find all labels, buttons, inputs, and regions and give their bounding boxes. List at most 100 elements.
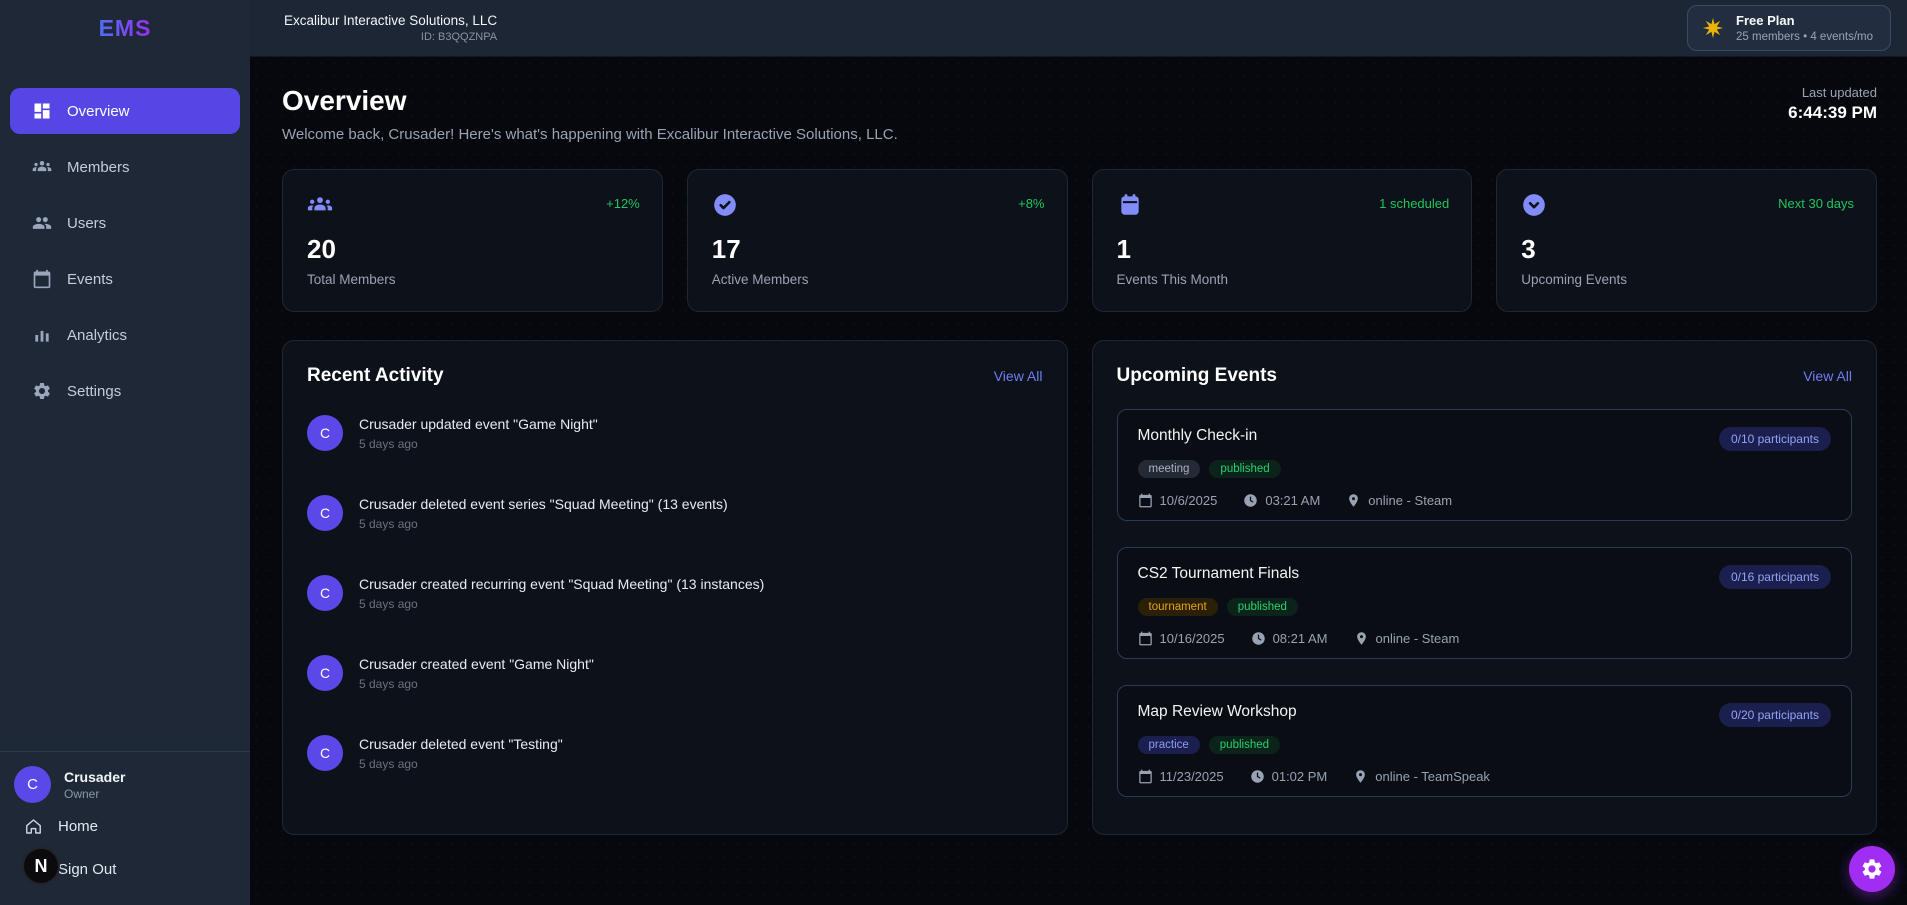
chevron-circle-icon — [1521, 192, 1547, 218]
users-icon — [32, 213, 52, 233]
sidebar-user-section: C Crusader Owner Home Sign Out N — [0, 751, 250, 905]
event-card[interactable]: Monthly Check-in 0/10 participants meeti… — [1117, 409, 1853, 521]
activity-text: Crusader updated event "Game Night" — [359, 416, 598, 432]
avatar: C — [14, 766, 51, 803]
top-header: Excalibur Interactive Solutions, LLC ID:… — [250, 0, 1907, 57]
event-time-text: 08:21 AM — [1273, 631, 1328, 646]
org-info: Excalibur Interactive Solutions, LLC ID:… — [284, 13, 497, 43]
activity-time: 5 days ago — [359, 597, 764, 611]
activity-item: C Crusader created recurring event "Squa… — [307, 553, 1043, 633]
sidebar-item-overview[interactable]: Overview — [10, 88, 240, 134]
stats-grid: +12% 20 Total Members +8% 17 Active Memb… — [282, 169, 1877, 312]
sidebar-item-analytics[interactable]: Analytics — [10, 312, 240, 358]
calendar-icon — [1138, 769, 1153, 784]
last-updated: Last updated 6:44:39 PM — [1788, 85, 1877, 123]
event-card[interactable]: Map Review Workshop 0/20 participants pr… — [1117, 685, 1853, 797]
last-updated-label: Last updated — [1788, 85, 1877, 100]
event-time-text: 03:21 AM — [1265, 493, 1320, 508]
event-status-tag: published — [1209, 460, 1280, 478]
event-title: CS2 Tournament Finals — [1138, 565, 1300, 583]
org-id: ID: B3QQZNPA — [421, 31, 497, 43]
dashboard-icon — [32, 101, 52, 121]
home-link[interactable]: Home — [12, 807, 238, 846]
event-location-text: online - TeamSpeak — [1375, 769, 1490, 784]
cursor-overlay: N — [22, 847, 60, 885]
event-date: 10/16/2025 — [1138, 631, 1225, 646]
activity-item: C Crusader created event "Game Night" 5 … — [307, 633, 1043, 713]
event-time: 08:21 AM — [1251, 631, 1328, 646]
org-name: Excalibur Interactive Solutions, LLC — [284, 13, 497, 28]
sidebar-item-settings[interactable]: Settings — [10, 368, 240, 414]
calendar-icon — [1138, 631, 1153, 646]
avatar: C — [307, 655, 343, 691]
activity-text: Crusader deleted event "Testing" — [359, 736, 563, 752]
gear-icon — [32, 381, 52, 401]
avatar: C — [307, 735, 343, 771]
sidebar-item-users[interactable]: Users — [10, 200, 240, 246]
events-view-all-link[interactable]: View All — [1803, 368, 1852, 384]
event-time-text: 01:02 PM — [1272, 769, 1328, 784]
home-link-label: Home — [58, 818, 98, 835]
sidebar-item-events[interactable]: Events — [10, 256, 240, 302]
sidebar-item-members[interactable]: Members — [10, 144, 240, 190]
event-status-tag: published — [1209, 736, 1280, 754]
plan-details: 25 members • 4 events/mo — [1736, 31, 1873, 43]
clock-icon — [1251, 631, 1266, 646]
recent-activity-panel: Recent Activity View All C Crusader upda… — [282, 340, 1068, 835]
sidebar-item-label: Users — [67, 215, 106, 232]
stat-label: Active Members — [712, 272, 1045, 287]
stat-value: 3 — [1521, 234, 1854, 265]
event-time: 01:02 PM — [1250, 769, 1328, 784]
sidebar-item-label: Events — [67, 271, 113, 288]
event-card[interactable]: CS2 Tournament Finals 0/16 participants … — [1117, 547, 1853, 659]
activity-time: 5 days ago — [359, 757, 563, 771]
bar-chart-icon — [32, 325, 52, 345]
user-role: Owner — [64, 787, 125, 801]
event-location: online - Steam — [1354, 631, 1460, 646]
activity-time: 5 days ago — [359, 677, 594, 691]
activity-time: 5 days ago — [359, 517, 728, 531]
gear-icon — [1860, 857, 1884, 881]
members-group-icon — [307, 192, 333, 218]
stat-label: Upcoming Events — [1521, 272, 1854, 287]
stat-card-upcoming-events: Next 30 days 3 Upcoming Events — [1496, 169, 1877, 312]
stat-value: 17 — [712, 234, 1045, 265]
calendar-icon — [1138, 493, 1153, 508]
activity-item: C Crusader deleted event "Testing" 5 day… — [307, 713, 1043, 793]
sidebar-item-label: Analytics — [67, 327, 127, 344]
sign-out-link[interactable]: Sign Out N — [12, 850, 238, 889]
activity-text: Crusader deleted event series "Squad Mee… — [359, 496, 728, 512]
settings-fab-button[interactable] — [1849, 846, 1895, 892]
event-date-text: 10/16/2025 — [1160, 631, 1225, 646]
participants-badge: 0/16 participants — [1719, 565, 1831, 589]
members-group-icon — [32, 157, 52, 177]
home-icon — [24, 817, 43, 836]
calendar-filled-icon — [1117, 192, 1143, 218]
clock-icon — [1250, 769, 1265, 784]
check-circle-icon — [712, 192, 738, 218]
event-location-text: online - Steam — [1376, 631, 1460, 646]
calendar-icon — [32, 269, 52, 289]
event-date-text: 11/23/2025 — [1160, 769, 1224, 784]
upcoming-events-panel: Upcoming Events View All Monthly Check-i… — [1092, 340, 1878, 835]
event-type-tag: tournament — [1138, 598, 1218, 616]
event-time: 03:21 AM — [1243, 493, 1320, 508]
plan-name: Free Plan — [1736, 13, 1873, 28]
activity-time: 5 days ago — [359, 437, 598, 451]
page-title: Overview — [282, 85, 898, 117]
avatar: C — [307, 415, 343, 451]
app-logo: EMS — [99, 15, 152, 42]
sparkle-icon — [1702, 17, 1724, 39]
avatar: C — [307, 495, 343, 531]
user-row: C Crusader Owner — [12, 766, 238, 803]
activity-view-all-link[interactable]: View All — [994, 368, 1043, 384]
event-list: Monthly Check-in 0/10 participants meeti… — [1117, 409, 1853, 797]
panels-row: Recent Activity View All C Crusader upda… — [282, 340, 1877, 835]
event-date: 10/6/2025 — [1138, 493, 1218, 508]
event-type-tag: meeting — [1138, 460, 1201, 478]
participants-badge: 0/10 participants — [1719, 427, 1831, 451]
avatar: C — [307, 575, 343, 611]
plan-badge[interactable]: Free Plan 25 members • 4 events/mo — [1687, 5, 1891, 51]
event-title: Monthly Check-in — [1138, 427, 1258, 445]
activity-item: C Crusader updated event "Game Night" 5 … — [307, 393, 1043, 473]
